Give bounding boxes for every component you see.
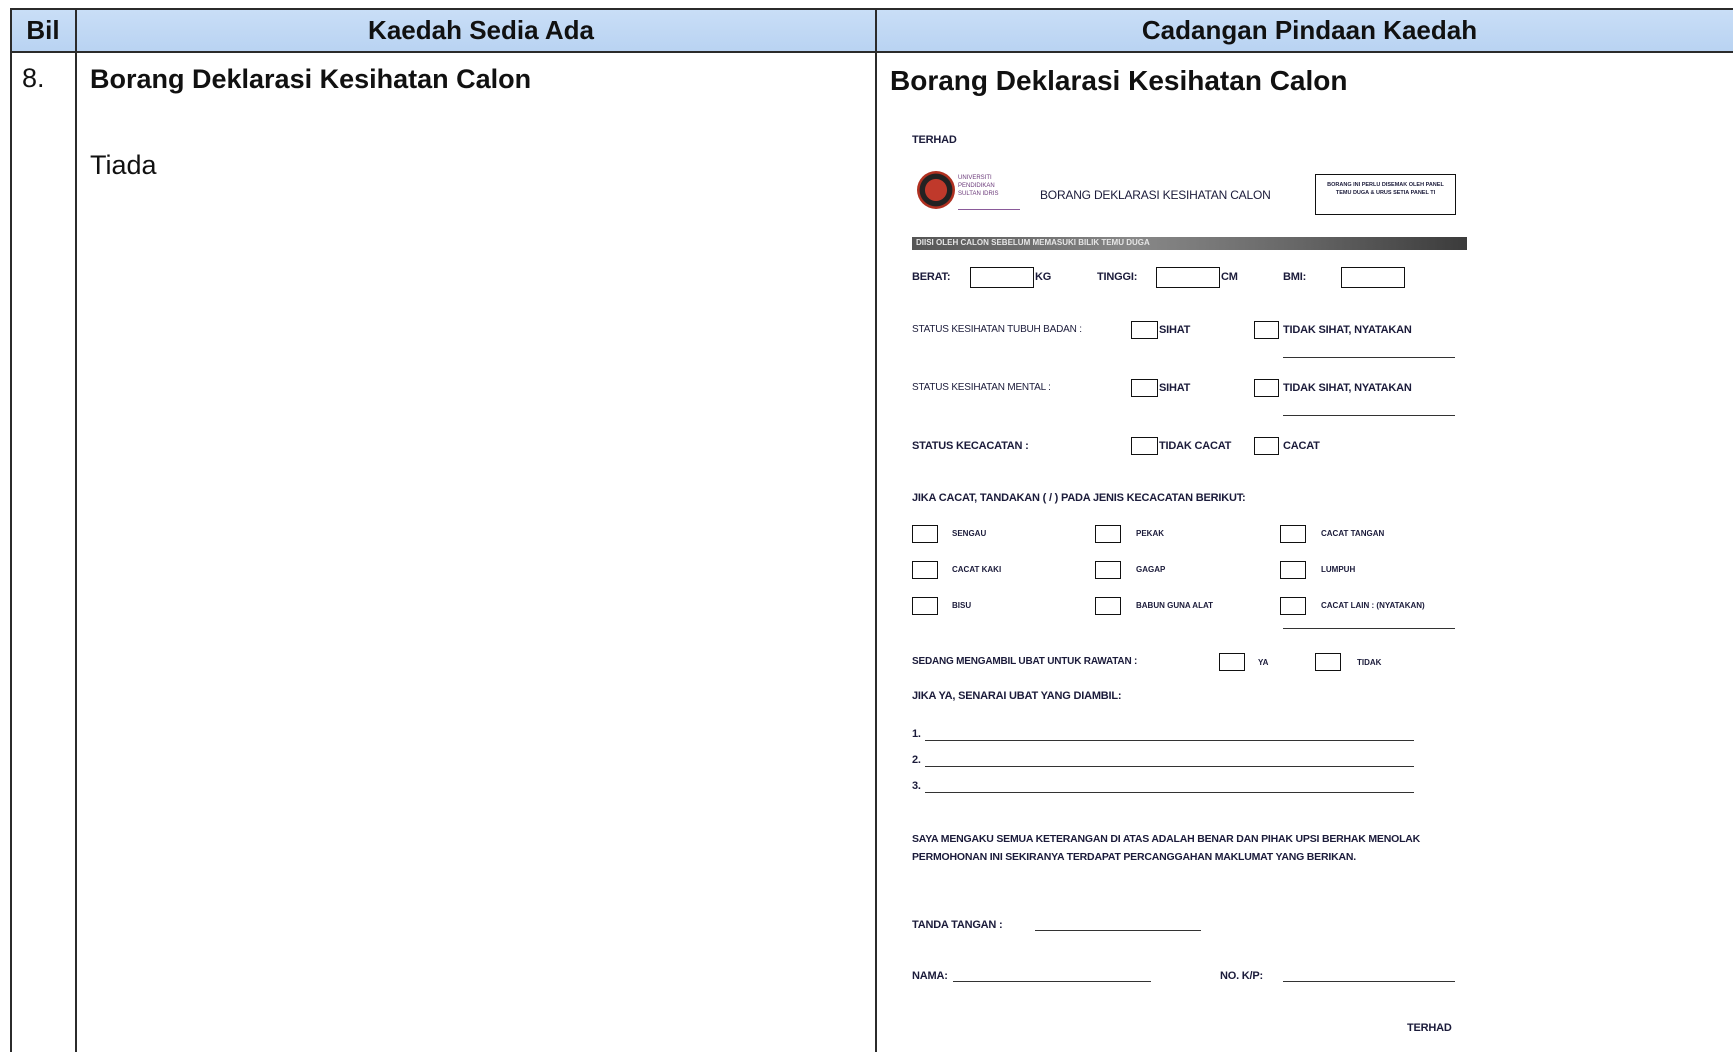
list-number: 2. bbox=[912, 754, 921, 766]
note-box-text: BORANG INI PERLU DISEMAK OLEH PANEL TEMU… bbox=[1327, 182, 1444, 196]
disability-label: CACAT KAKI bbox=[952, 565, 1002, 574]
sihat-checkbox[interactable] bbox=[1131, 321, 1158, 339]
note-box: BORANG INI PERLU DISEMAK OLEH PANEL TEMU… bbox=[1315, 174, 1456, 215]
tidak-sihat-mental-label: TIDAK SIHAT, NYATAKAN bbox=[1283, 382, 1412, 394]
declaration-line-2: PERMOHONAN INI SEKIRANYA TERDAPAT PERCAN… bbox=[912, 851, 1356, 863]
instruction-strip: DIISI OLEH CALON SEBELUM MEMASUKI BILIK … bbox=[912, 237, 1467, 250]
bmi-label: BMI: bbox=[1283, 271, 1307, 283]
berat-field[interactable] bbox=[970, 267, 1034, 288]
disability-label: CACAT TANGAN bbox=[1321, 529, 1385, 538]
column-divider bbox=[875, 8, 877, 1052]
tidak-label: TIDAK bbox=[1357, 658, 1382, 667]
university-logo bbox=[917, 171, 955, 209]
ya-checkbox[interactable] bbox=[1219, 653, 1245, 671]
terhad-bottom: TERHAD bbox=[1407, 1022, 1452, 1034]
ubat-line bbox=[925, 740, 1414, 742]
disability-checkbox[interactable] bbox=[1280, 597, 1306, 615]
terhad-top: TERHAD bbox=[912, 134, 957, 146]
logo-text: UNIVERSITI PENDIDIKAN SULTAN IDRIS bbox=[958, 175, 999, 197]
bmi-field[interactable] bbox=[1341, 267, 1405, 288]
nokp-line bbox=[1283, 981, 1455, 983]
disability-label: BABUN GUNA ALAT bbox=[1136, 601, 1214, 610]
form-title: BORANG DEKLARASI KESIHATAN CALON bbox=[1040, 188, 1271, 202]
left-title: Borang Deklarasi Kesihatan Calon bbox=[90, 64, 532, 94]
column-divider bbox=[75, 8, 77, 1052]
ubat-line bbox=[925, 766, 1414, 768]
disability-checkbox[interactable] bbox=[1095, 597, 1121, 615]
kg-unit: KG bbox=[1035, 271, 1052, 283]
declaration-line-1: SAYA MENGAKU SEMUA KETERANGAN DI ATAS AD… bbox=[912, 833, 1421, 845]
tidak-sihat-label: TIDAK SIHAT, NYATAKAN bbox=[1283, 324, 1412, 336]
berat-label: BERAT: bbox=[912, 271, 951, 283]
disability-label: LUMPUH bbox=[1321, 565, 1356, 574]
list-number: 1. bbox=[912, 728, 921, 740]
header-kaedah-label: Kaedah Sedia Ada bbox=[368, 15, 594, 45]
cacat-lain-line bbox=[1283, 628, 1455, 630]
jika-cacat-instruction: JIKA CACAT, TANDAKAN ( / ) PADA JENIS KE… bbox=[912, 492, 1246, 504]
tidak-cacat-checkbox[interactable] bbox=[1131, 437, 1158, 455]
health-declaration-form: TERHAD UNIVERSITI PENDIDIKAN SULTAN IDRI… bbox=[900, 124, 1480, 1052]
logo-tagline-line bbox=[958, 209, 1020, 210]
cacat-checkbox[interactable] bbox=[1254, 437, 1279, 455]
tidak-sihat-mental-checkbox[interactable] bbox=[1254, 379, 1279, 397]
disability-label: BISU bbox=[952, 601, 972, 610]
disability-checkbox[interactable] bbox=[1095, 561, 1121, 579]
sihat-label: SIHAT bbox=[1159, 324, 1191, 336]
ubat-line bbox=[925, 792, 1414, 794]
nyatakan-mental-line bbox=[1283, 415, 1455, 417]
tidak-cacat-label: TIDAK CACAT bbox=[1159, 440, 1232, 452]
nokp-label: NO. K/P: bbox=[1220, 970, 1264, 982]
nama-line bbox=[953, 981, 1151, 983]
disability-checkbox[interactable] bbox=[1280, 525, 1306, 543]
cm-unit: CM bbox=[1221, 271, 1238, 283]
left-body: Tiada bbox=[90, 150, 157, 180]
disability-checkbox[interactable] bbox=[1280, 561, 1306, 579]
disability-label: CACAT LAIN : (NYATAKAN) bbox=[1321, 601, 1425, 610]
senarai-ubat-label: JIKA YA, SENARAI UBAT YANG DIAMBIL: bbox=[912, 690, 1122, 702]
list-number: 3. bbox=[912, 780, 921, 792]
disability-checkbox[interactable] bbox=[912, 561, 938, 579]
header-cadangan-label: Cadangan Pindaan Kaedah bbox=[1141, 15, 1478, 45]
nama-label: NAMA: bbox=[912, 970, 948, 982]
instruction-strip-text: DIISI OLEH CALON SEBELUM MEMASUKI BILIK … bbox=[916, 238, 1150, 247]
header-bil-label: Bil bbox=[26, 15, 60, 45]
ubat-question: SEDANG MENGAMBIL UBAT UNTUK RAWATAN : bbox=[912, 656, 1138, 667]
tidak-checkbox[interactable] bbox=[1315, 653, 1341, 671]
header-bil: Bil bbox=[10, 8, 76, 53]
cacat-label: CACAT bbox=[1283, 440, 1320, 452]
disability-label: GAGAP bbox=[1136, 565, 1166, 574]
disability-checkbox[interactable] bbox=[1095, 525, 1121, 543]
tandatangan-line bbox=[1035, 930, 1201, 932]
tandatangan-label: TANDA TANGAN : bbox=[912, 919, 1003, 931]
status-mental-label: STATUS KESIHATAN MENTAL : bbox=[912, 382, 1051, 393]
disability-label: PEKAK bbox=[1136, 529, 1165, 538]
status-tubuh-label: STATUS KESIHATAN TUBUH BADAN : bbox=[912, 324, 1082, 335]
header-kaedah-sedia-ada: Kaedah Sedia Ada bbox=[76, 8, 886, 53]
ya-label: YA bbox=[1258, 658, 1269, 667]
sihat-mental-label: SIHAT bbox=[1159, 382, 1191, 394]
row-number: 8. bbox=[22, 63, 45, 93]
column-divider bbox=[10, 8, 12, 1052]
right-title: Borang Deklarasi Kesihatan Calon bbox=[890, 65, 1348, 96]
sihat-mental-checkbox[interactable] bbox=[1131, 379, 1158, 397]
disability-label: SENGAU bbox=[952, 529, 987, 538]
disability-checkbox[interactable] bbox=[912, 525, 938, 543]
tinggi-label: TINGGI: bbox=[1097, 271, 1138, 283]
header-cadangan: Cadangan Pindaan Kaedah bbox=[886, 8, 1733, 53]
nyatakan-line bbox=[1283, 357, 1455, 359]
status-kecacatan-label: STATUS KECACATAN : bbox=[912, 440, 1029, 452]
tidak-sihat-checkbox[interactable] bbox=[1254, 321, 1279, 339]
disability-checkbox[interactable] bbox=[912, 597, 938, 615]
tinggi-field[interactable] bbox=[1156, 267, 1220, 288]
